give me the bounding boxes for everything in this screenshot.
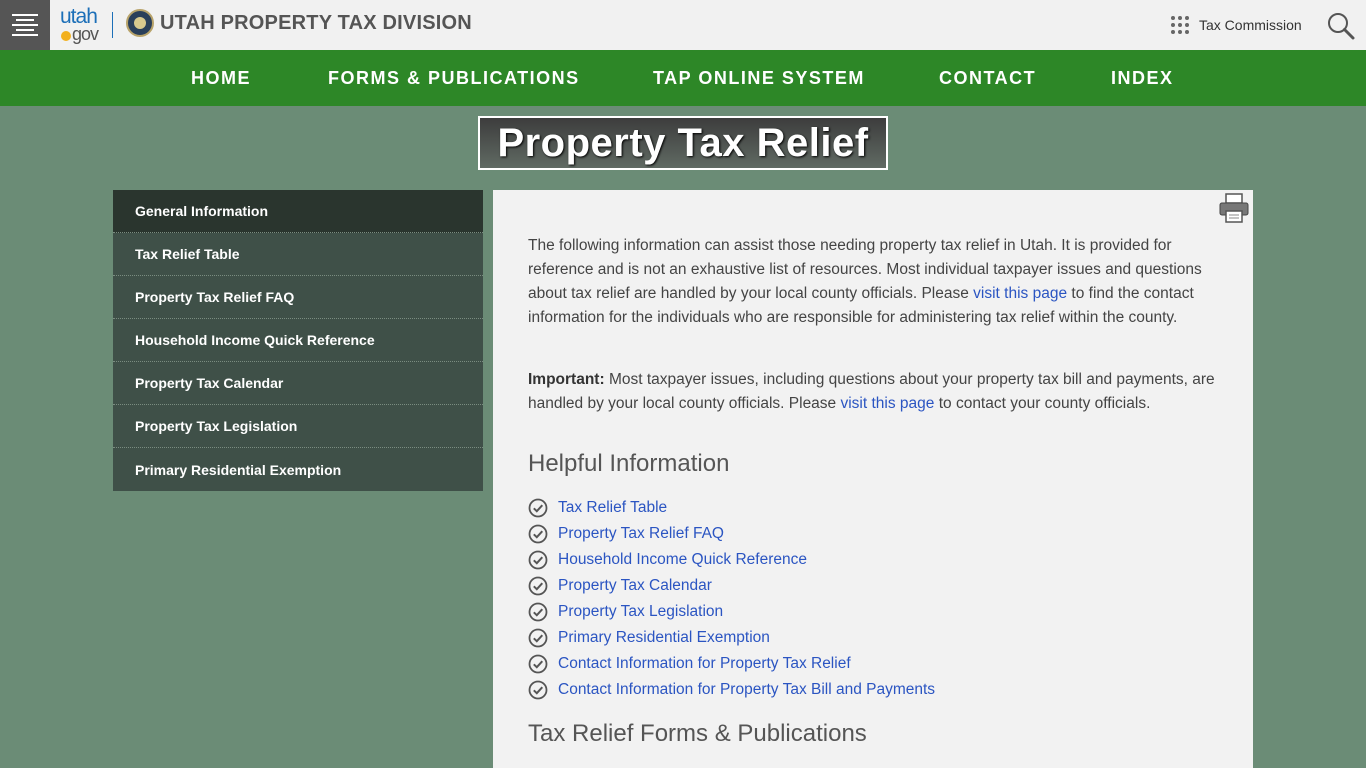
nav-forms-publications[interactable]: FORMS & PUBLICATIONS (328, 68, 580, 89)
link-residential-exemption[interactable]: Primary Residential Exemption (558, 629, 770, 647)
page-title: Property Tax Relief (478, 116, 888, 170)
check-circle-icon (528, 654, 548, 674)
grid-icon[interactable] (1171, 16, 1189, 34)
list-item: Property Tax Legislation (528, 599, 935, 625)
sidebar-item-tax-relief-faq[interactable]: Property Tax Relief FAQ (113, 276, 483, 319)
helpful-links-list: Tax Relief Table Property Tax Relief FAQ… (528, 495, 935, 703)
check-circle-icon (528, 680, 548, 700)
nav-home[interactable]: HOME (191, 68, 251, 89)
utah-gov-logo[interactable]: utah gov (60, 6, 106, 45)
check-circle-icon (528, 498, 548, 518)
important-paragraph: Important: Most taxpayer issues, includi… (528, 371, 1215, 412)
check-circle-icon (528, 602, 548, 622)
list-item: Primary Residential Exemption (528, 625, 935, 651)
sidebar-item-residential-exemption[interactable]: Primary Residential Exemption (113, 448, 483, 491)
link-contact-tax-relief[interactable]: Contact Information for Property Tax Rel… (558, 655, 851, 673)
check-circle-icon (528, 628, 548, 648)
menu-icon[interactable] (0, 0, 50, 50)
sidebar-item-household-income[interactable]: Household Income Quick Reference (113, 319, 483, 362)
intro-paragraph: The following information can assist tho… (528, 237, 1202, 326)
list-item: Contact Information for Property Tax Rel… (528, 651, 935, 677)
sidebar-item-tax-legislation[interactable]: Property Tax Legislation (113, 405, 483, 448)
site-title[interactable]: UTAH PROPERTY TAX DIVISION (160, 12, 472, 35)
nav-index[interactable]: INDEX (1111, 68, 1174, 89)
list-item: Property Tax Calendar (528, 573, 935, 599)
sidebar-item-general-information[interactable]: General Information (113, 190, 483, 233)
forms-publications-heading: Tax Relief Forms & Publications (528, 720, 867, 747)
main-nav: HOME FORMS & PUBLICATIONS TAP ONLINE SYS… (0, 50, 1366, 106)
print-icon[interactable] (1218, 193, 1250, 223)
link-tax-relief-table[interactable]: Tax Relief Table (558, 499, 667, 517)
nav-contact[interactable]: CONTACT (939, 68, 1036, 89)
tax-commission-link[interactable]: Tax Commission (1199, 17, 1302, 33)
list-item: Tax Relief Table (528, 495, 935, 521)
header-divider (112, 12, 113, 38)
link-tax-relief-faq[interactable]: Property Tax Relief FAQ (558, 525, 724, 543)
link-tax-calendar[interactable]: Property Tax Calendar (558, 577, 712, 595)
sidebar: General Information Tax Relief Table Pro… (113, 190, 483, 491)
visit-this-page-link-county[interactable]: visit this page (840, 395, 934, 412)
sidebar-item-tax-relief-table[interactable]: Tax Relief Table (113, 233, 483, 276)
state-seal-icon (126, 9, 154, 37)
nav-tap-online-system[interactable]: TAP ONLINE SYSTEM (653, 68, 865, 89)
top-header: utah gov UTAH PROPERTY TAX DIVISION Tax … (0, 0, 1366, 50)
check-circle-icon (528, 550, 548, 570)
list-item: Household Income Quick Reference (528, 547, 935, 573)
search-icon[interactable] (1326, 11, 1356, 41)
check-circle-icon (528, 524, 548, 544)
link-contact-tax-bill[interactable]: Contact Information for Property Tax Bil… (558, 681, 935, 699)
main-content: The following information can assist tho… (493, 190, 1253, 768)
link-tax-legislation[interactable]: Property Tax Legislation (558, 603, 723, 621)
visit-this-page-link[interactable]: visit this page (973, 285, 1067, 302)
helpful-information-heading: Helpful Information (528, 450, 730, 477)
link-household-income[interactable]: Household Income Quick Reference (558, 551, 807, 569)
list-item: Contact Information for Property Tax Bil… (528, 677, 935, 703)
sidebar-item-tax-calendar[interactable]: Property Tax Calendar (113, 362, 483, 405)
list-item: Property Tax Relief FAQ (528, 521, 935, 547)
check-circle-icon (528, 576, 548, 596)
